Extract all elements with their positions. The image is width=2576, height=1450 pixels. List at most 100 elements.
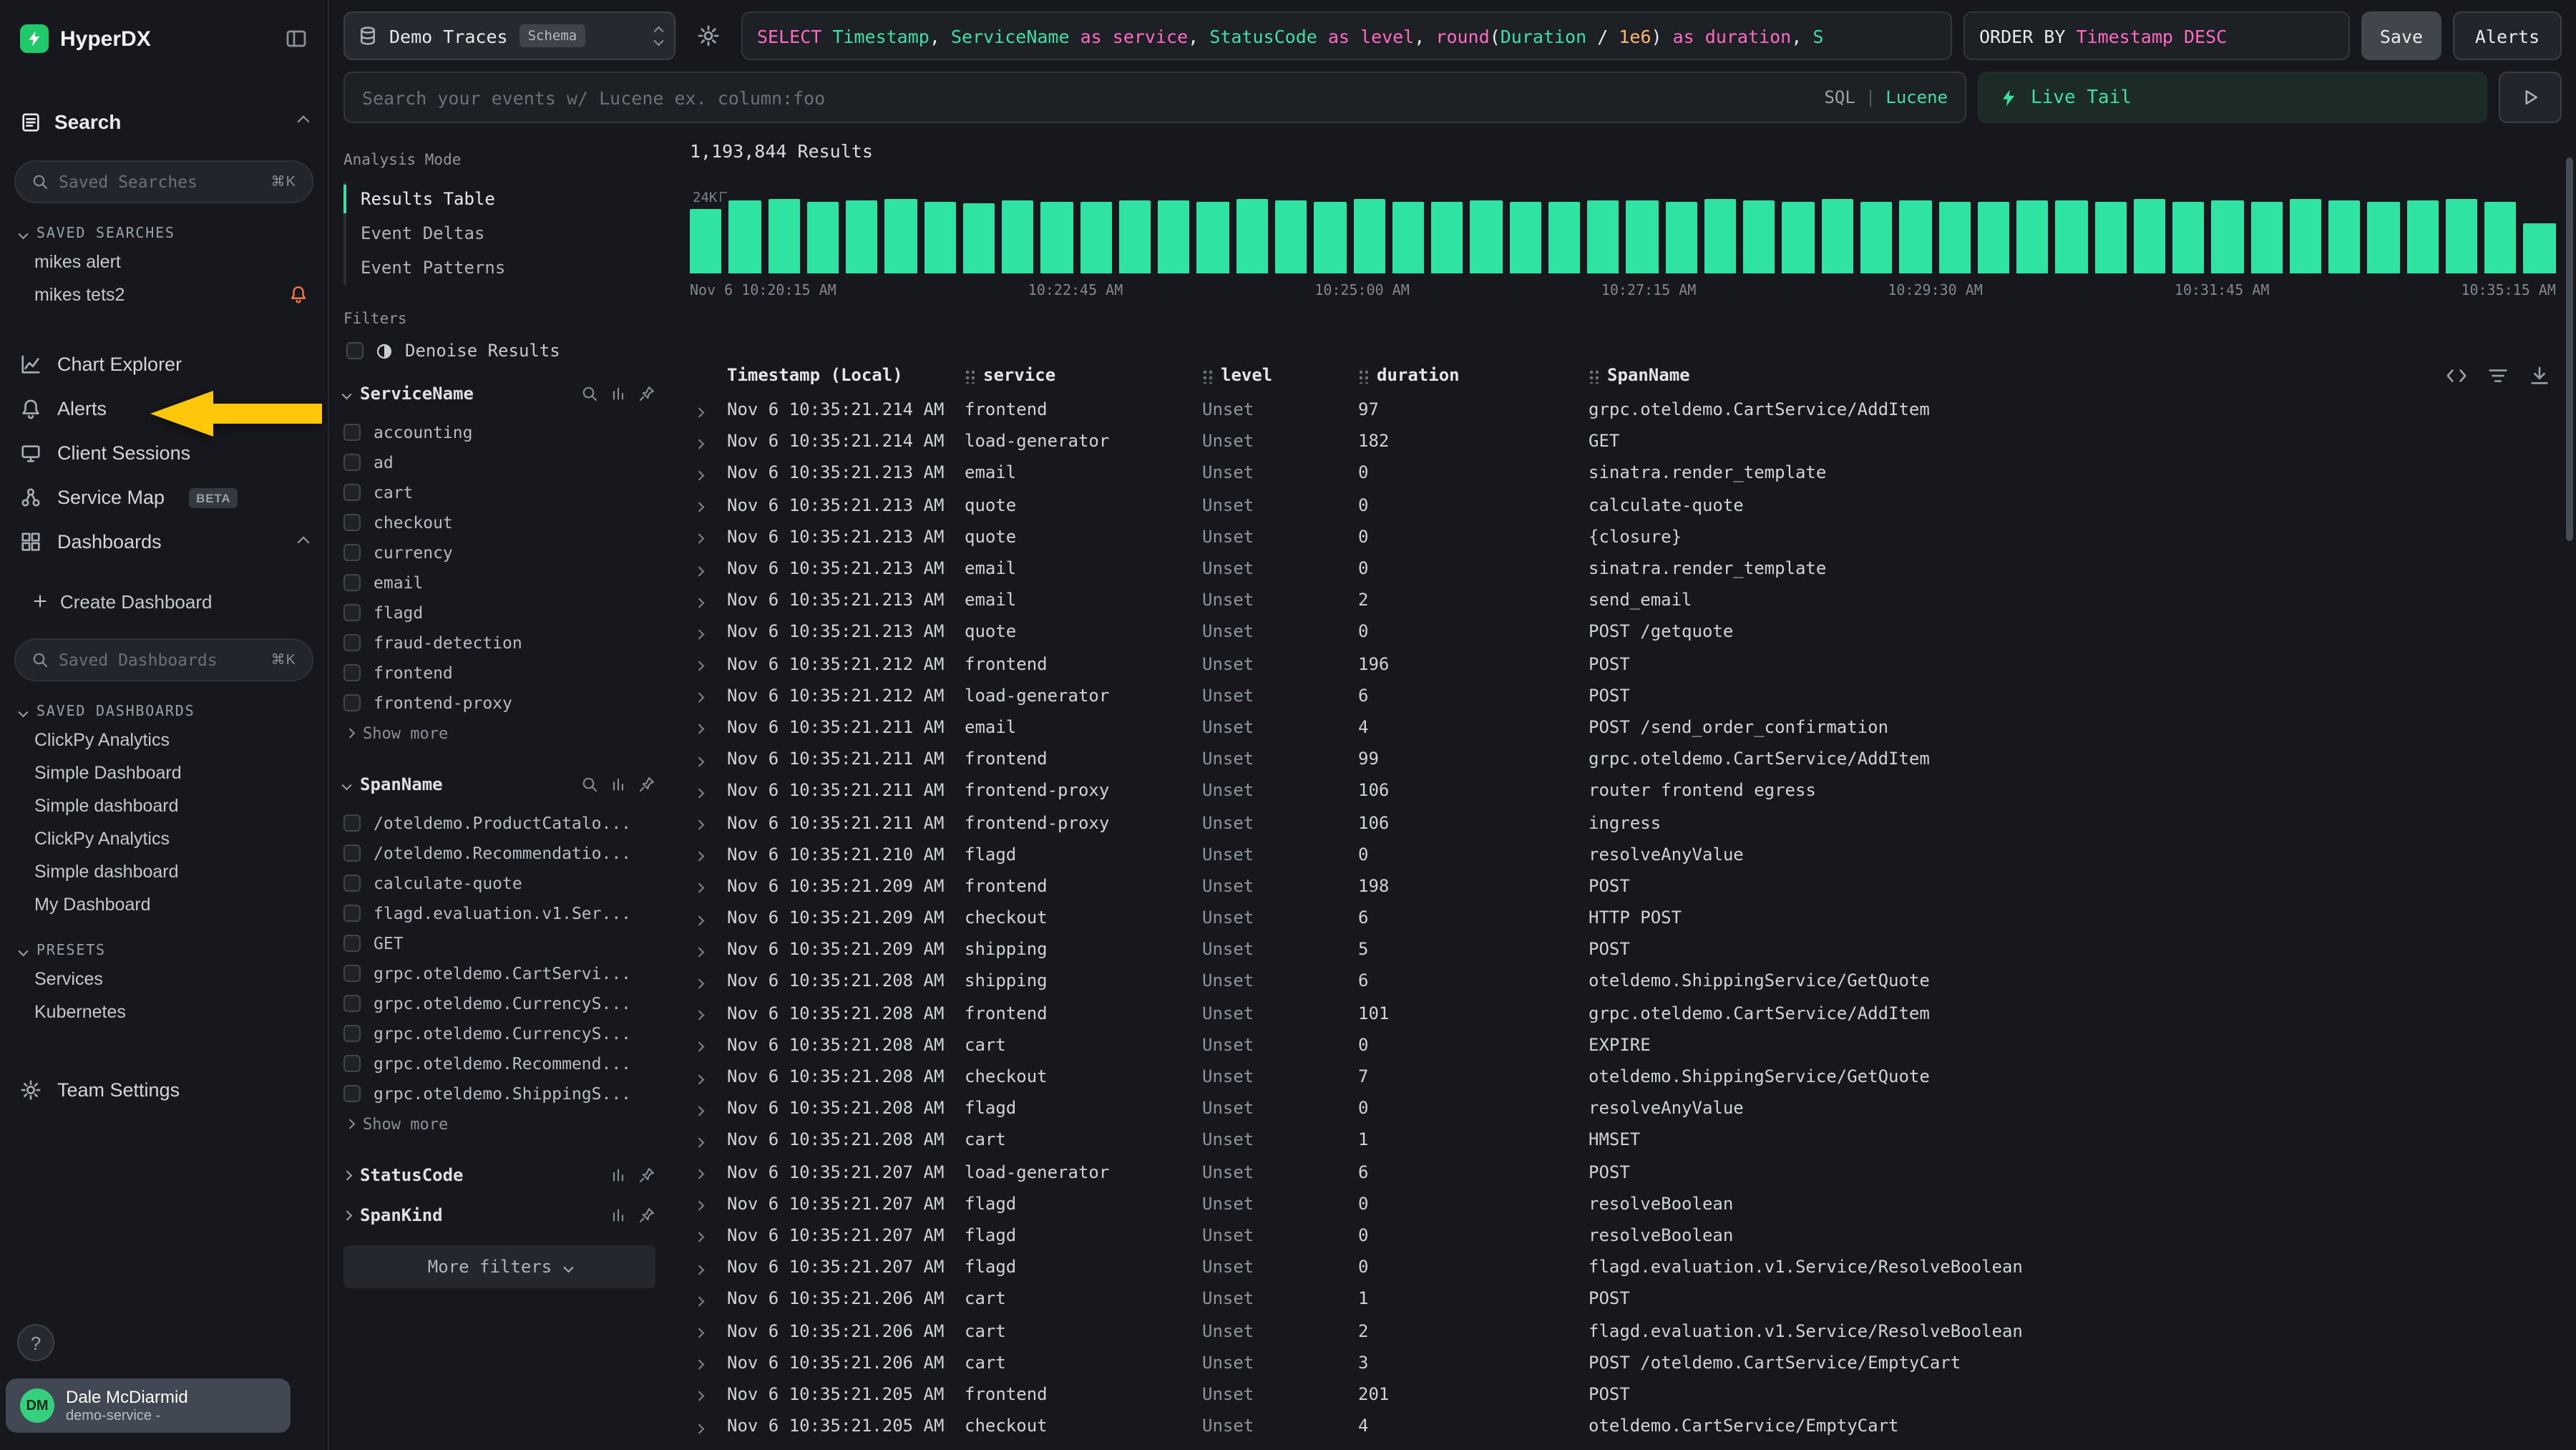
saved-searches-title[interactable]: SAVED SEARCHES: [20, 226, 308, 242]
table-row[interactable]: Nov 6 10:35:21.206 AM cart Unset 3 POST …: [690, 1346, 2556, 1378]
facet-value[interactable]: /oteldemo.Recommendatio...: [343, 837, 655, 867]
row-expand-chevron[interactable]: [694, 725, 703, 734]
row-expand-chevron[interactable]: [694, 789, 703, 798]
table-row[interactable]: Nov 6 10:35:21.213 AM quote Unset 0 calc…: [690, 489, 2556, 520]
checkbox[interactable]: [343, 1024, 361, 1041]
pin-icon[interactable]: [638, 385, 655, 402]
alerts-button[interactable]: Alerts: [2453, 11, 2562, 60]
row-expand-chevron[interactable]: [694, 566, 703, 575]
facet-value[interactable]: fraud-detection: [343, 627, 655, 657]
checkbox[interactable]: [343, 573, 361, 590]
table-row[interactable]: Nov 6 10:35:21.214 AM frontend Unset 97 …: [690, 394, 2556, 425]
table-row[interactable]: Nov 6 10:35:21.213 AM email Unset 0 sina…: [690, 457, 2556, 489]
facet-value[interactable]: /oteldemo.ProductCatalo...: [343, 807, 655, 837]
presets-title[interactable]: PRESETS: [20, 943, 308, 959]
bar-chart-icon[interactable]: [610, 385, 627, 402]
table-row[interactable]: Nov 6 10:35:21.205 AM frontend Unset 201…: [690, 1378, 2556, 1410]
row-expand-chevron[interactable]: [694, 535, 703, 544]
facet-value[interactable]: grpc.oteldemo.CurrencyS...: [343, 1018, 655, 1048]
facet-value[interactable]: GET: [343, 928, 655, 958]
checkbox[interactable]: [343, 814, 361, 831]
row-expand-chevron[interactable]: [694, 1074, 703, 1084]
pin-icon[interactable]: [638, 1207, 655, 1224]
chevron-up-icon[interactable]: [298, 116, 310, 128]
facet-value[interactable]: flagd.evaluation.v1.Ser...: [343, 897, 655, 928]
row-expand-chevron[interactable]: [694, 820, 703, 829]
table-row[interactable]: Nov 6 10:35:21.208 AM shipping Unset 6 o…: [690, 965, 2556, 997]
saved-dashboard-item[interactable]: My Dashboard: [0, 887, 328, 920]
row-expand-chevron[interactable]: [694, 756, 703, 766]
sidebar-item-dashboards[interactable]: Dashboards: [0, 520, 328, 564]
facet-value[interactable]: grpc.oteldemo.CartServi...: [343, 958, 655, 988]
row-expand-chevron[interactable]: [694, 915, 703, 925]
table-row[interactable]: Nov 6 10:35:21.207 AM flagd Unset 0 reso…: [690, 1187, 2556, 1219]
checkbox[interactable]: [343, 964, 361, 981]
sql-select-editor[interactable]: SELECT Timestamp, ServiceName as service…: [741, 11, 1952, 60]
events-histogram[interactable]: 24K Nov 6 10:20:15 AM10:22:45 AM10:25:00…: [690, 199, 2556, 299]
saved-dashboard-item[interactable]: Simple dashboard: [0, 855, 328, 887]
row-expand-chevron[interactable]: [694, 884, 703, 893]
checkbox[interactable]: [343, 904, 361, 921]
facet-value[interactable]: ad: [343, 447, 655, 477]
table-row[interactable]: Nov 6 10:35:21.208 AM cart Unset 0 EXPIR…: [690, 1029, 2556, 1061]
row-expand-chevron[interactable]: [694, 1424, 703, 1433]
facet-value[interactable]: currency: [343, 537, 655, 567]
facet-value[interactable]: checkout: [343, 507, 655, 537]
download-icon[interactable]: [2529, 364, 2550, 386]
table-row[interactable]: Nov 6 10:35:21.206 AM cart Unset 1 POST: [690, 1283, 2556, 1315]
create-dashboard-button[interactable]: Create Dashboard: [0, 584, 328, 618]
checkbox[interactable]: [343, 543, 361, 560]
sidebar-item-chart-explorer[interactable]: Chart Explorer: [0, 342, 328, 386]
facet-value[interactable]: grpc.oteldemo.CurrencyS...: [343, 988, 655, 1018]
checkbox[interactable]: [346, 342, 364, 359]
drag-handle-icon[interactable]: [965, 367, 975, 383]
row-expand-chevron[interactable]: [694, 1361, 703, 1370]
table-row[interactable]: Nov 6 10:35:21.207 AM flagd Unset 0 reso…: [690, 1220, 2556, 1251]
table-row[interactable]: Nov 6 10:35:21.210 AM flagd Unset 0 reso…: [690, 838, 2556, 870]
bar-chart-icon[interactable]: [610, 1167, 627, 1184]
row-expand-chevron[interactable]: [694, 1202, 703, 1211]
saved-dashboard-item[interactable]: Simple Dashboard: [0, 756, 328, 789]
drag-handle-icon[interactable]: [1358, 367, 1368, 383]
bar-chart-icon[interactable]: [610, 1207, 627, 1224]
mode-sql[interactable]: SQL: [1824, 87, 1855, 107]
query-language-switch[interactable]: SQL | Lucene: [1824, 87, 1948, 107]
row-expand-chevron[interactable]: [694, 1328, 703, 1338]
scrollbar-thumb[interactable]: [2566, 157, 2573, 541]
table-row[interactable]: Nov 6 10:35:21.209 AM frontend Unset 198…: [690, 870, 2556, 902]
save-button[interactable]: Save: [2361, 11, 2441, 60]
facet-header[interactable]: SpanKind: [343, 1205, 655, 1225]
table-row[interactable]: Nov 6 10:35:21.213 AM quote Unset 0 POST…: [690, 616, 2556, 648]
checkbox[interactable]: [343, 513, 361, 530]
saved-dashboard-item[interactable]: ClickPy Analytics: [0, 723, 328, 756]
row-expand-chevron[interactable]: [694, 1138, 703, 1147]
row-expand-chevron[interactable]: [694, 852, 703, 862]
facet-header[interactable]: StatusCode: [343, 1165, 655, 1185]
saved-search-item[interactable]: mikes tets2: [0, 278, 328, 311]
checkbox[interactable]: [343, 603, 361, 621]
checkbox[interactable]: [343, 453, 361, 470]
source-settings-button[interactable]: [687, 11, 730, 60]
table-row[interactable]: Nov 6 10:35:21.208 AM frontend Unset 101…: [690, 997, 2556, 1028]
facet-header[interactable]: ServiceName: [343, 384, 655, 404]
saved-dashboards-field[interactable]: [59, 650, 261, 670]
mode-event-deltas[interactable]: Event Deltas: [346, 216, 655, 250]
denoise-results-toggle[interactable]: Denoise Results: [346, 341, 655, 361]
row-expand-chevron[interactable]: [694, 1106, 703, 1116]
column-header-timestamp[interactable]: Timestamp (Local): [727, 365, 965, 385]
table-row[interactable]: Nov 6 10:35:21.212 AM load-generator Uns…: [690, 679, 2556, 711]
event-search-bar[interactable]: SQL | Lucene: [343, 72, 1966, 123]
facet-value[interactable]: frontend-proxy: [343, 687, 655, 717]
checkbox[interactable]: [343, 1084, 361, 1101]
table-row[interactable]: Nov 6 10:35:21.213 AM email Unset 2 send…: [690, 584, 2556, 615]
table-row[interactable]: Nov 6 10:35:21.208 AM cart Unset 1 HMSET: [690, 1124, 2556, 1156]
table-row[interactable]: Nov 6 10:35:21.206 AM cart Unset 2 flagd…: [690, 1315, 2556, 1346]
pin-icon[interactable]: [638, 1167, 655, 1184]
checkbox[interactable]: [343, 1054, 361, 1071]
saved-dashboard-item[interactable]: Simple dashboard: [0, 789, 328, 822]
facet-value[interactable]: flagd: [343, 597, 655, 627]
saved-dashboard-item[interactable]: ClickPy Analytics: [0, 822, 328, 855]
drag-handle-icon[interactable]: [1202, 367, 1212, 383]
sidebar-item-team-settings[interactable]: Team Settings: [0, 1068, 328, 1112]
column-header-service[interactable]: service: [965, 365, 1202, 385]
